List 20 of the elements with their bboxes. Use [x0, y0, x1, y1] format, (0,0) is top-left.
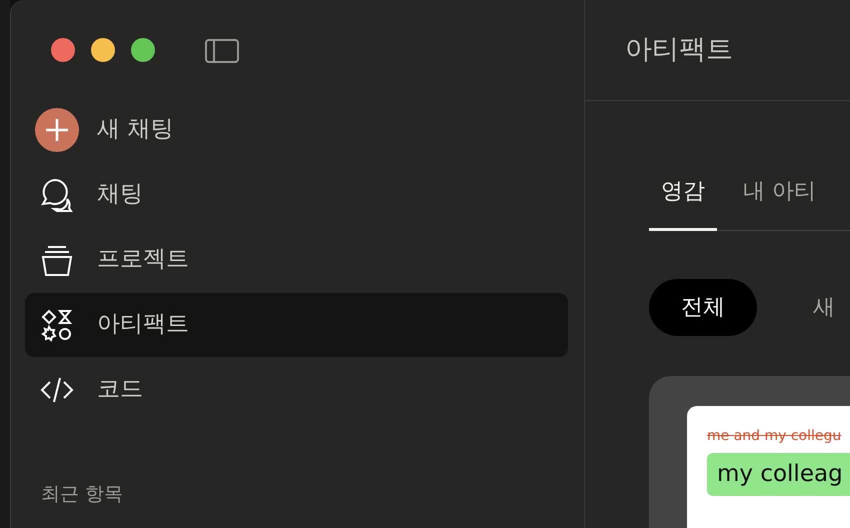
window-button[interactable] — [131, 38, 155, 62]
sidebar-item[interactable]: 새 채팅 — [25, 98, 568, 162]
filter-chip[interactable]: 전체 — [649, 279, 757, 336]
highlighted-text: my colleag — [707, 453, 850, 496]
struck-text: me and my collegu — [707, 427, 842, 446]
section-heading: 최근 항목 — [41, 482, 124, 507]
window-button[interactable] — [51, 38, 75, 62]
filter-chip[interactable]: 새 — [781, 279, 850, 336]
sidebar-item[interactable]: 프로젝트 — [25, 228, 568, 292]
tab[interactable]: 영감 — [649, 171, 717, 231]
plus-icon — [35, 108, 79, 152]
artifact-card[interactable]: me and my collegu my colleag — [649, 376, 850, 528]
tab[interactable]: 내 아티 — [731, 171, 828, 231]
window-button[interactable] — [91, 38, 115, 62]
chat-bubbles-icon — [39, 176, 75, 213]
page-title: 아티팩트 — [625, 32, 733, 67]
sidebar-item[interactable]: 채팅 — [25, 162, 568, 227]
sidebar-item[interactable]: 코드 — [25, 358, 568, 422]
sidebar-item[interactable]: 아티팩트 — [25, 292, 568, 357]
sidebar-toggle-icon[interactable] — [205, 38, 239, 63]
